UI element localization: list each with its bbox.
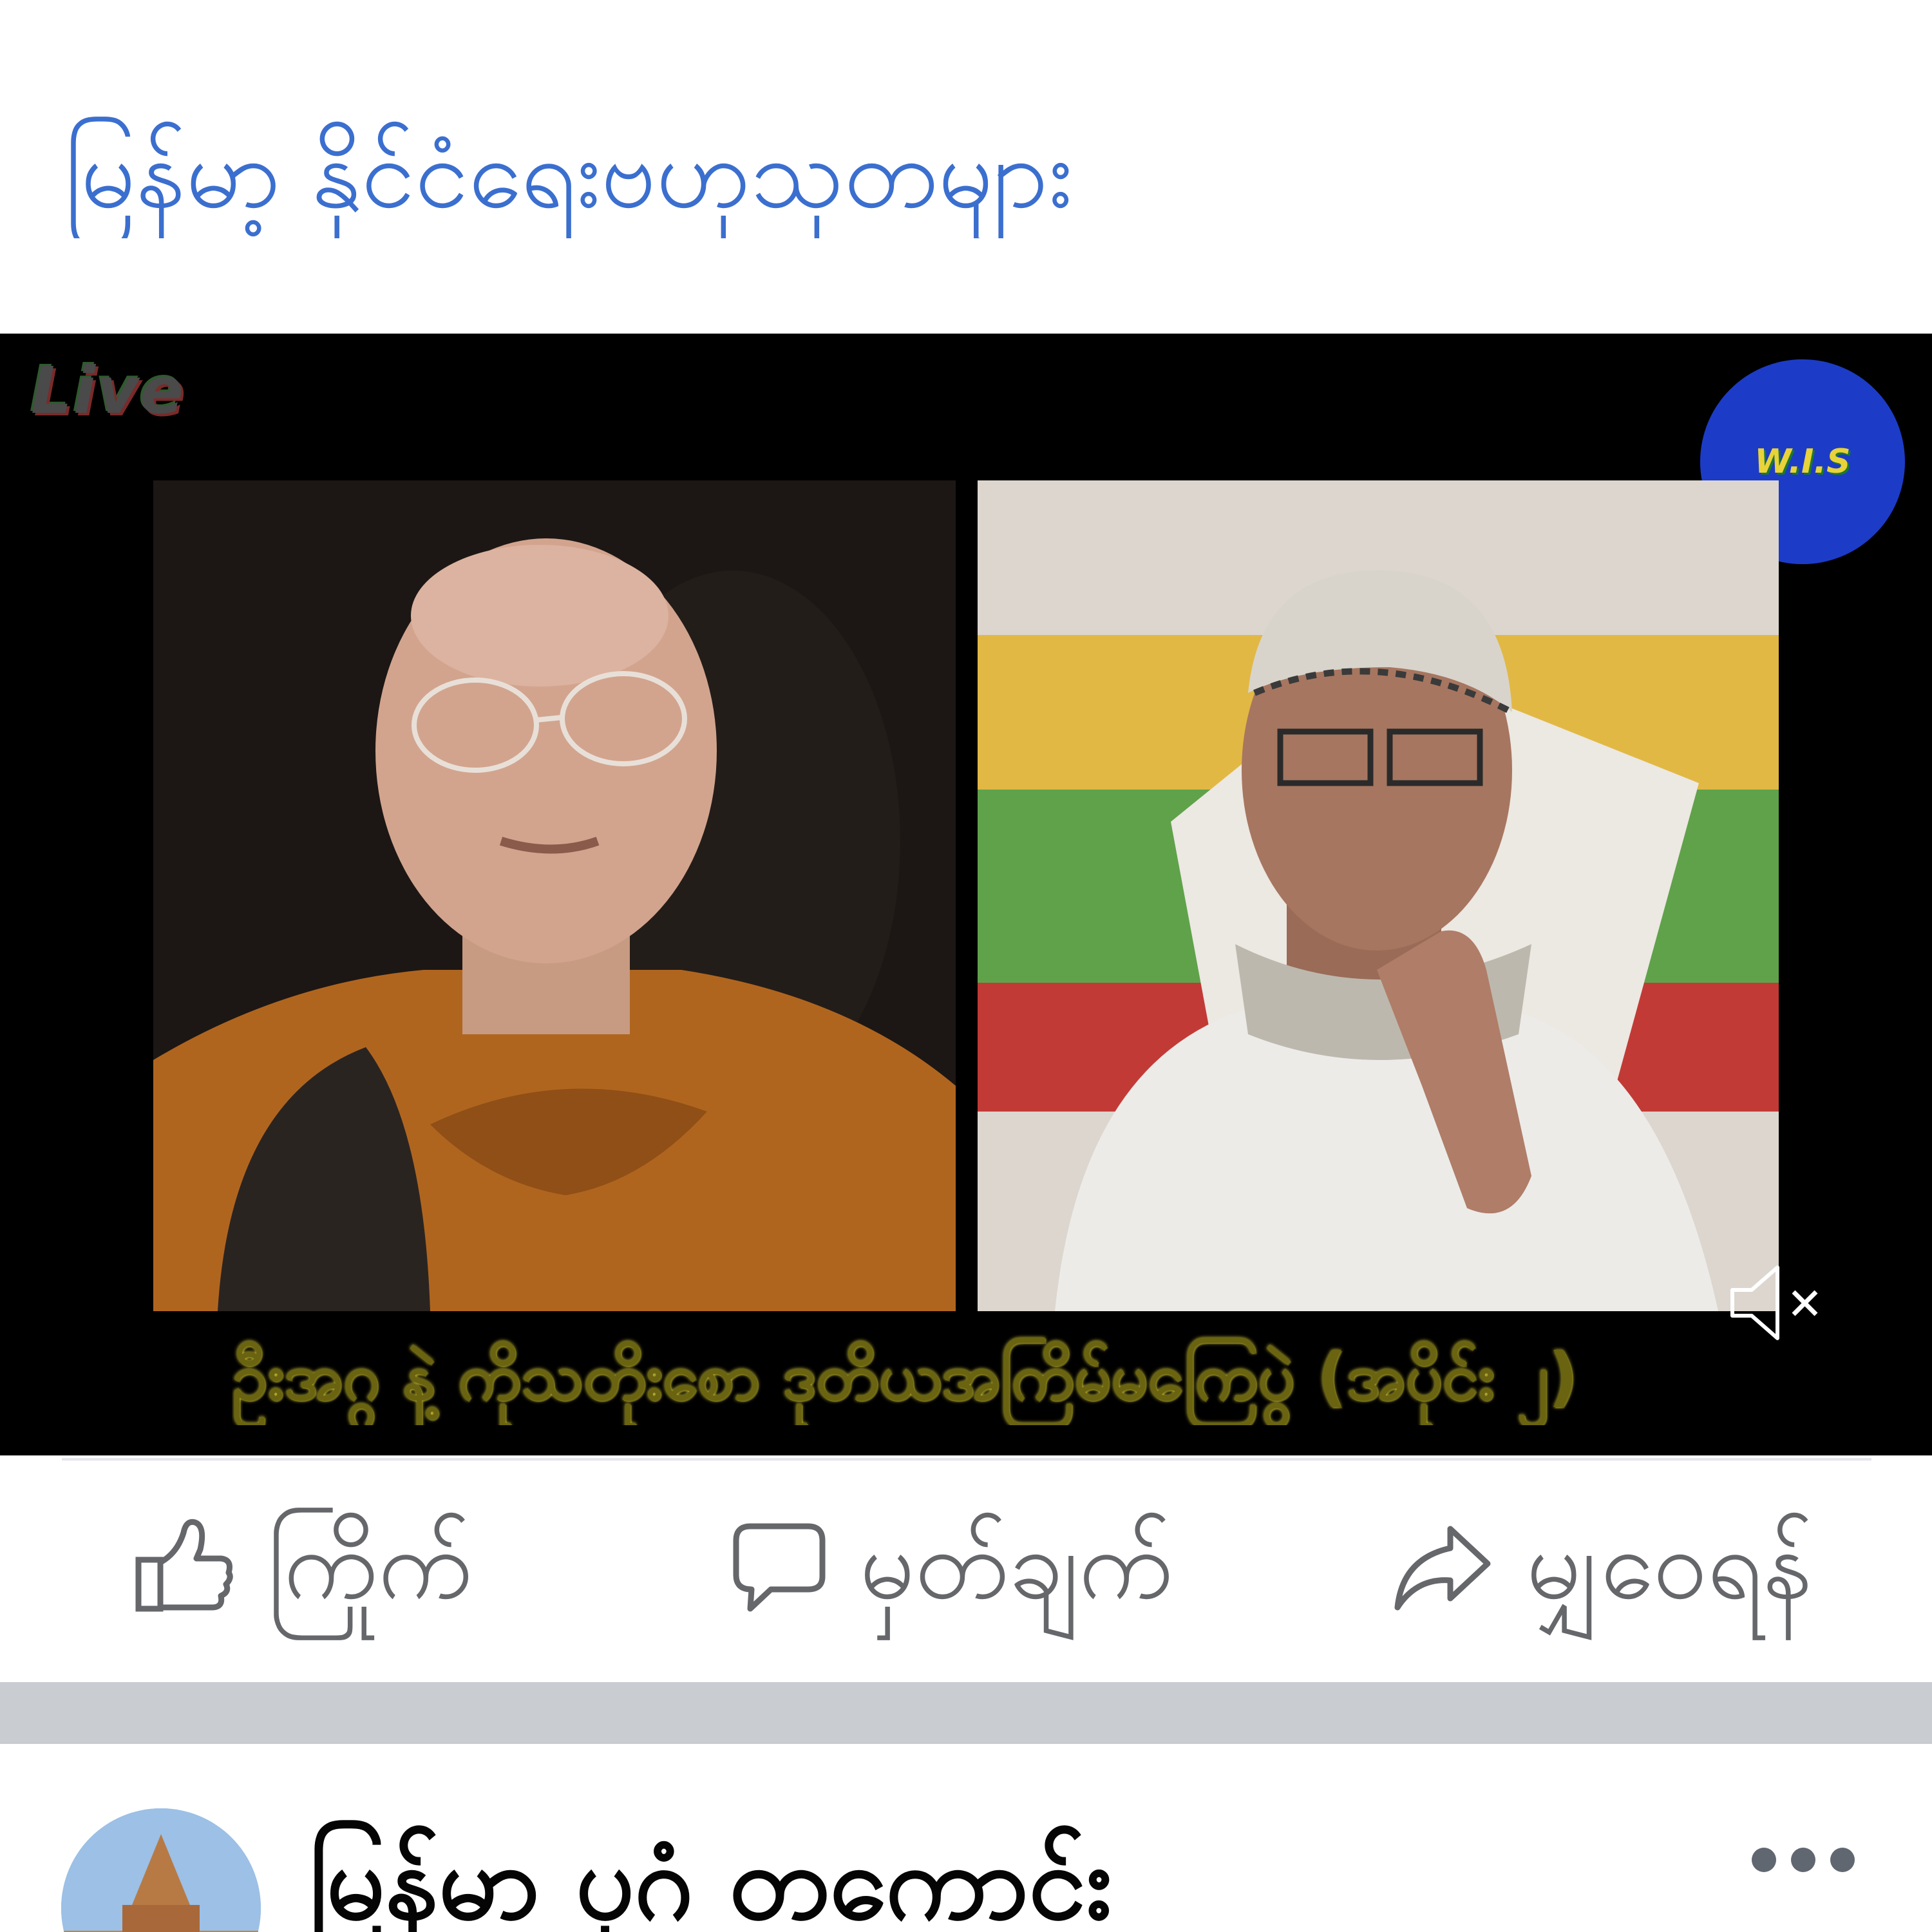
video-caption: ဦးအဂ္ဂ နဲ့ ကိုသတိုးစော ဒုတိယအကြိမ်မကြေပွ… bbox=[232, 1339, 1578, 1414]
comment-label: မှတ်ချက် bbox=[860, 1509, 1173, 1621]
more-dot-icon bbox=[1752, 1848, 1776, 1872]
action-divider bbox=[62, 1458, 1871, 1461]
mute-button[interactable] bbox=[1726, 1261, 1823, 1345]
page-avatar[interactable] bbox=[61, 1808, 261, 1932]
page-name[interactable]: မြန်မာ ပုဂံ တကောင်း bbox=[309, 1815, 1112, 1932]
speech-bubble-icon bbox=[733, 1523, 826, 1612]
video-panel-left bbox=[153, 480, 956, 1311]
share-arrow-icon bbox=[1394, 1526, 1491, 1611]
like-label: ကြိုက် bbox=[267, 1509, 473, 1621]
speaker-figure bbox=[978, 480, 1779, 1311]
like-button[interactable]: ကြိုက် bbox=[132, 1501, 473, 1629]
post-text: မြန်မာ့ နိုင်ငံရေးဗဟုသုတများ bbox=[64, 118, 1073, 230]
channel-logo-text: W.I.S bbox=[1754, 442, 1851, 481]
monk-figure bbox=[153, 480, 956, 1311]
temple-avatar-image bbox=[61, 1808, 261, 1932]
more-dot-icon bbox=[1791, 1848, 1815, 1872]
live-watermark: Live bbox=[31, 353, 185, 428]
video-player[interactable]: Live W.I.S ဦးအဂ္ဂ နဲ့ ကိုသတိုးစော ဒုတိယအ… bbox=[0, 334, 1932, 1455]
comment-button[interactable]: မှတ်ချက် bbox=[731, 1501, 1173, 1629]
share-label: မျှဝေရန် bbox=[1526, 1509, 1813, 1621]
more-options-button[interactable] bbox=[1752, 1834, 1855, 1886]
video-panel-right bbox=[978, 480, 1779, 1311]
next-post-header: မြန်မာ ပုဂံ တကောင်း bbox=[0, 1744, 1932, 1932]
thumbs-up-icon bbox=[135, 1519, 233, 1612]
more-dot-icon bbox=[1830, 1848, 1855, 1872]
share-button[interactable]: မျှဝေရန် bbox=[1391, 1501, 1813, 1629]
post-action-bar: ကြိုက် မှတ်ချက် မျှဝေရန် bbox=[0, 1475, 1932, 1668]
speaker-muted-icon bbox=[1730, 1265, 1818, 1340]
feed-separator bbox=[0, 1682, 1932, 1744]
